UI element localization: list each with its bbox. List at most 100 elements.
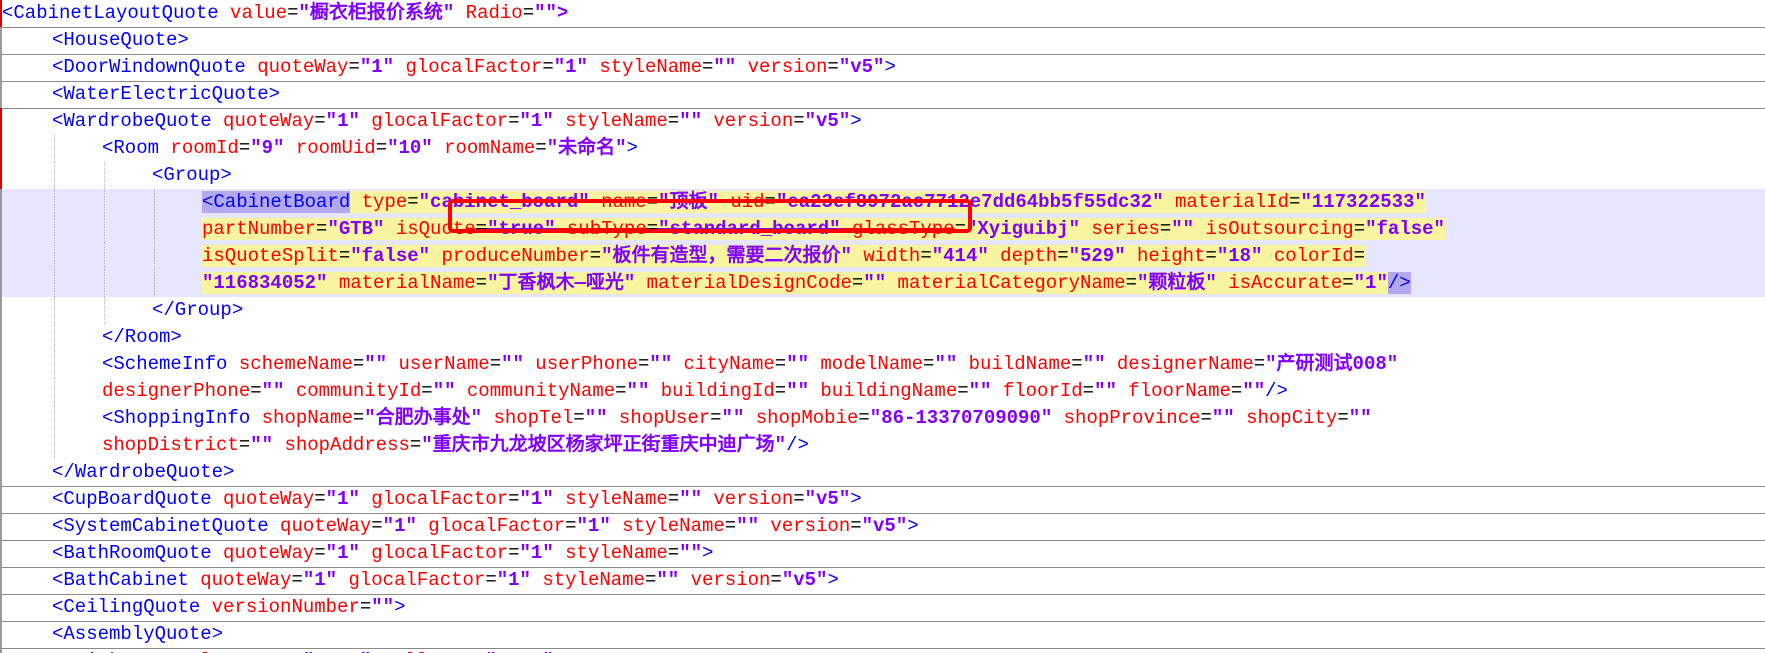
code-text: <DoorWindownQuote quoteWay ="1" glocalFac… [52,54,896,81]
xml-eq-token: = [615,380,627,402]
xml-val-token: "1" [576,515,611,537]
indent-guide [54,378,56,405]
xml-eq-token: = [858,407,870,429]
code-line[interactable]: "116834052" materialName="丁香枫木—哑光" mater… [0,270,1765,297]
xml-attr-token: styleName [553,488,668,510]
xml-eq-token: = [1337,407,1349,429]
xml-eq-token: = [359,596,372,618]
xml-eq-token: = [774,380,787,402]
line-marker [0,81,2,108]
xml-tag-token: <DoorWindownQuote [52,56,246,78]
indent-guide [54,351,56,378]
xml-attr-token: glocalFactor [337,569,486,591]
code-line[interactable]: <CeilingQuote versionNumber=""> [0,594,1765,622]
xml-tag-token: > [884,56,896,78]
code-line[interactable]: partNumber="GTB" isQuote="true" subType=… [0,216,1765,243]
xml-eq-token: = [1057,245,1069,267]
xml-tag-token: </Group> [152,299,244,321]
xml-eq-token: = [1159,218,1172,240]
xml-eq-token: = [646,218,659,240]
xml-eq-token: = [1353,218,1366,240]
xml-eq-token: = [508,542,520,564]
xml-val-token: "1" [553,56,588,78]
xml-attr-token: shopMobie [744,407,859,429]
xml-val-token: "" [584,407,608,429]
xml-val-token: "" [679,488,702,510]
xml-eq-token: = [793,110,805,132]
code-line[interactable]: isQuoteSplit="false" produceNumber="板件有造… [0,243,1765,270]
xml-eq-token: = [954,218,966,240]
xml-attr-token: buildingId [649,380,775,402]
code-text: <SchemeInfo schemeName="" userName="" us… [102,351,1398,378]
code-line[interactable]: <Group> [0,162,1765,189]
xml-val-token: "" [786,380,809,402]
line-marker [0,567,2,594]
xml-eq-token: = [920,245,932,267]
xml-val-token: "" [736,515,759,537]
xml-attr-token: floorName [1116,380,1231,402]
indent-guide [54,162,56,189]
xml-val-token: "1" [496,569,531,591]
code-line[interactable]: <AssemblyQuote> [0,621,1765,649]
code-line[interactable]: <CabinetLayoutQuote value="橱衣柜报价系统" Radi… [0,0,1765,28]
code-line[interactable]: <BathCabinet quoteWay="1" glocalFactor="… [0,567,1765,595]
code-line[interactable]: <BathRoomQuote quoteWay="1" glocalFactor… [0,540,1765,568]
xml-attr-token: quoteWay [211,488,315,510]
line-marker [0,459,2,486]
xml-eq-token: = [375,137,388,159]
code-line[interactable]: <CabinetBoard type="cabinet_board" name=… [0,189,1765,216]
code-text: <SystemCabinetQuote quoteWay="1" glocalF… [52,513,919,540]
code-text: <CupBoardQuote quoteWay="1" glocalFactor… [52,486,862,513]
code-text: <BathRoomQuote quoteWay="1" glocalFactor… [52,540,713,567]
xml-val-token: "" [261,380,285,402]
code-line[interactable]: <WardrobeQuote quoteWay="1" glocalFactor… [0,108,1765,135]
xml-attr-token: width [851,245,921,267]
indent-guide [104,216,106,243]
xml-attr-token: quoteWay [211,110,315,132]
code-line[interactable]: <WaterElectricQuote> [0,81,1765,109]
xml-val-token: "" [1094,380,1117,402]
xml-eq-token: = [644,569,657,591]
xml-eq-token: = [409,434,422,456]
xml-editor[interactable]: <CabinetLayoutQuote value = "橱衣柜报价系统" Radi… [0,0,1765,653]
xml-attr-token: height [1125,245,1206,267]
xml-eq-token: = [710,407,722,429]
line-marker [0,270,2,297]
xml-eq-token: = [589,245,602,267]
xml-tag-token: <WaterElectricQuote> [52,83,281,105]
code-line[interactable]: </Group> [0,297,1765,324]
xml-attr-token: quoteWay [245,56,349,78]
xml-eq-token: = [542,56,554,78]
code-line[interactable]: <BrickQuote FloorArea="0.00" WallArea="0… [0,648,1765,653]
xml-tag-token: <Group> [152,164,232,186]
xml-eq-token: = [352,407,365,429]
code-line[interactable]: <SchemeInfo schemeName="" userName="" us… [0,351,1765,378]
code-line[interactable]: designerPhone="" communityId="" communit… [0,378,1765,405]
xml-val-token: "1" [519,542,554,564]
xml-val-token: "1" [325,542,360,564]
xml-eq-token: = [421,380,433,402]
xml-eq-token: = [573,407,585,429]
xml-val-token: "18" [1216,245,1263,267]
code-line[interactable]: </WardrobeQuote> [0,459,1765,487]
code-line[interactable]: <Room roomId="9" roomUid="10" roomName="… [0,135,1765,162]
xml-val-token: "86-13370709090" [869,407,1053,429]
code-line[interactable]: <HouseQuote> [0,27,1765,55]
xml-val-token: "重庆市九龙坡区杨家坪正街重庆中迪广场" [421,434,787,456]
xml-attr-token: quoteWay [268,515,372,537]
line-marker [0,513,2,540]
xml-attr-token: modelName [809,353,924,375]
code-line[interactable]: <SystemCabinetQuote quoteWay="1" glocalF… [0,513,1765,541]
code-line[interactable]: <ShoppingInfo shopName="合肥办事处" shopTel="… [0,405,1765,432]
xml-attr-token: partNumber [202,218,317,240]
code-line[interactable]: <CupBoardQuote quoteWay="1" glocalFactor… [0,486,1765,514]
xml-attr-token: glocalFactor [394,56,543,78]
xml-attr-token: materialId [1163,191,1290,213]
code-line[interactable]: shopDistrict="" shopAddress="重庆市九龙坡区杨家坪正… [0,432,1765,459]
indent-guide [54,324,56,351]
code-text: <HouseQuote> [52,27,189,54]
xml-tag-token: <Room [102,137,160,159]
code-line[interactable]: <DoorWindownQuote quoteWay ="1" glocalFac… [0,54,1765,82]
xml-attr-token: styleName [610,515,725,537]
code-line[interactable]: </Room> [0,324,1765,351]
